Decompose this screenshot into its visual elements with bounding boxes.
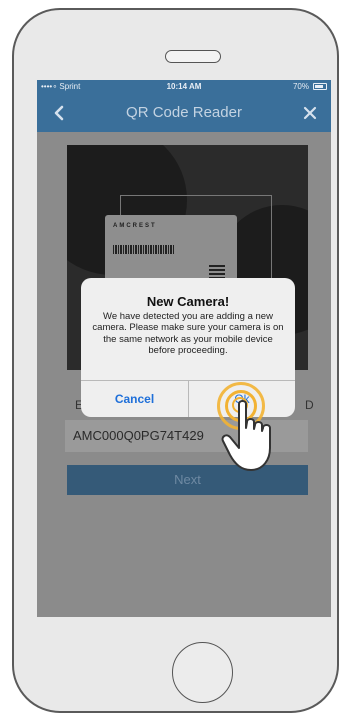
qr-code-image	[209, 263, 225, 279]
barcode-image	[113, 245, 175, 254]
page-title: QR Code Reader	[126, 104, 242, 121]
speaker-grille	[165, 50, 221, 63]
alert-message: We have detected you are adding a new ca…	[92, 311, 284, 356]
alert-title: New Camera!	[146, 294, 230, 309]
prompt-text-fragment: D	[305, 398, 314, 412]
app-screen: ••••∘ Sprint 10:14 AM 70% QR Code Reader…	[37, 80, 331, 617]
status-time: 10:14 AM	[166, 82, 202, 91]
home-button[interactable]	[172, 642, 233, 703]
pointing-hand-icon	[219, 398, 283, 474]
status-bar: ••••∘ Sprint 10:14 AM 70%	[37, 80, 331, 94]
device-brand-text: AMCREST	[113, 223, 157, 229]
nav-bar: QR Code Reader	[37, 94, 331, 132]
battery-percent: 70%	[292, 82, 309, 91]
cancel-button[interactable]: Cancel	[81, 381, 188, 417]
battery-icon	[313, 83, 327, 90]
close-icon[interactable]	[301, 104, 319, 122]
